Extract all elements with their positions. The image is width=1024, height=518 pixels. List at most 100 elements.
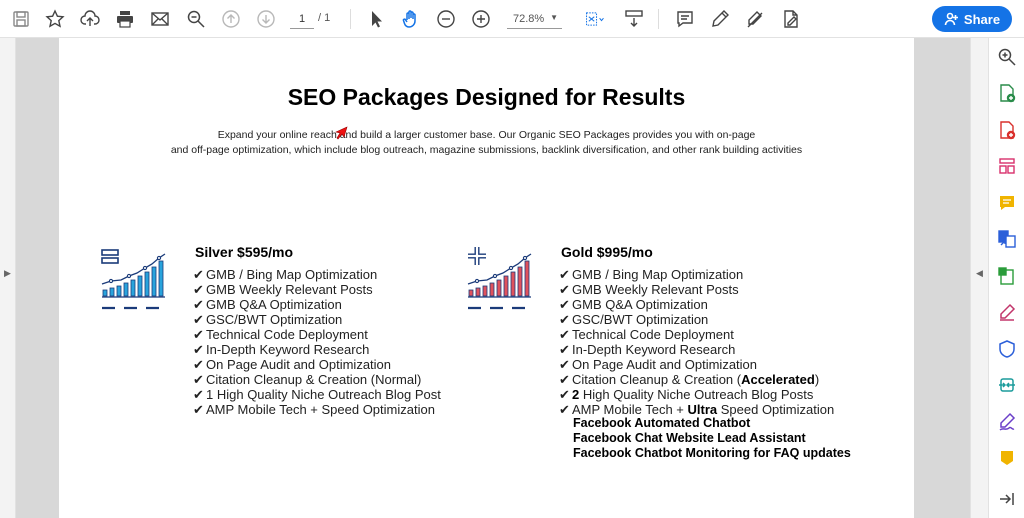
feature-text: ) xyxy=(814,372,820,387)
list-item: ✔ Technical Code Deployment xyxy=(193,327,441,342)
feature-text: Technical Code Deployment xyxy=(572,327,734,342)
list-item: ✔ GMB / Bing Map Optimization xyxy=(559,267,834,282)
left-panel-toggle[interactable]: ▶ xyxy=(0,38,16,518)
fill-sign-icon[interactable] xyxy=(779,7,803,31)
zoom-search-icon[interactable] xyxy=(996,46,1018,68)
feature-text: High Quality Niche Outreach Blog Posts xyxy=(579,387,814,402)
silver-chart-illustration-icon xyxy=(101,249,166,310)
bookmark-star-icon[interactable] xyxy=(43,7,67,31)
chevron-down-icon: ▼ xyxy=(550,13,558,22)
list-item: ✔ AMP Mobile Tech + Ultra Speed Optimizat… xyxy=(559,402,834,417)
list-item: Facebook Chat Website Lead Assistant xyxy=(573,431,806,445)
upload-cloud-icon[interactable] xyxy=(78,7,102,31)
list-item: ✔ 1 High Quality Niche Outreach Blog Post xyxy=(193,387,441,402)
feature-text-bold: Accelerated xyxy=(741,372,815,387)
fit-page-icon[interactable] xyxy=(580,7,610,31)
checkmark-icon: ✔ xyxy=(559,402,570,417)
checkmark-icon: ✔ xyxy=(193,312,204,327)
list-item: ✔ GMB Q&A Optimization xyxy=(193,297,441,312)
select-pointer-icon[interactable] xyxy=(364,7,388,31)
list-item: ✔ Citation Cleanup & Creation (Normal) xyxy=(193,372,441,387)
feature-text: 1 High Quality Niche Outreach Blog Post xyxy=(206,387,441,402)
create-pdf-icon[interactable] xyxy=(996,82,1018,104)
page-total: / 1 xyxy=(318,12,331,24)
checkmark-icon: ✔ xyxy=(559,282,570,297)
feature-text: Citation Cleanup & Creation (Normal) xyxy=(206,372,422,387)
list-item: ✔ GMB Q&A Optimization xyxy=(559,297,834,312)
zoom-in-icon[interactable] xyxy=(469,7,493,31)
page-up-icon[interactable] xyxy=(219,7,243,31)
gold-chart-illustration-icon xyxy=(467,247,532,310)
list-item: ✔ In-Depth Keyword Research xyxy=(193,342,441,357)
right-panel-toggle[interactable]: ◀ xyxy=(970,38,988,518)
share-button-label: Share xyxy=(963,11,1001,27)
list-item: Facebook Automated Chatbot xyxy=(573,416,751,430)
request-signature-icon[interactable] xyxy=(996,411,1018,433)
intro-line: Expand your online reach and build a lar… xyxy=(217,129,756,141)
list-item: ✔ AMP Mobile Tech + Speed Optimization xyxy=(193,402,441,417)
feature-text: Technical Code Deployment xyxy=(206,327,368,342)
comment-icon[interactable] xyxy=(673,7,697,31)
feature-text: GSC/BWT Optimization xyxy=(206,312,343,327)
email-icon[interactable] xyxy=(148,7,172,31)
feature-text: GMB Q&A Optimization xyxy=(572,297,708,312)
zoom-level-value: 72.8% xyxy=(513,12,545,25)
checkmark-icon: ✔ xyxy=(559,297,570,312)
feature-text: GMB Q&A Optimization xyxy=(206,297,342,312)
checkmark-icon: ✔ xyxy=(559,312,570,327)
checkmark-icon: ✔ xyxy=(193,297,204,312)
zoom-level-select[interactable]: 72.8% ▼ xyxy=(507,9,562,29)
comment-icon[interactable] xyxy=(996,192,1018,214)
feature-text: In-Depth Keyword Research xyxy=(206,342,370,357)
more-tools-icon[interactable] xyxy=(996,448,1018,470)
checkmark-icon: ✔ xyxy=(193,267,204,282)
export-pdf-icon[interactable] xyxy=(996,119,1018,141)
send-review-icon[interactable] xyxy=(996,374,1018,396)
list-item: ✔ In-Depth Keyword Research xyxy=(559,342,834,357)
list-item: ✔ GMB Weekly Relevant Posts xyxy=(559,282,834,297)
collapse-panel-icon[interactable] xyxy=(996,488,1018,510)
combine-files-icon[interactable] xyxy=(996,228,1018,250)
silver-features-list: ✔ GMB / Bing Map Optimization ✔ GMB Weekly… xyxy=(193,267,441,417)
feature-text: AMP Mobile Tech + xyxy=(572,402,688,417)
checkmark-icon: ✔ xyxy=(193,357,204,372)
feature-text: Speed Optimization xyxy=(717,402,835,417)
page-down-icon[interactable] xyxy=(254,7,278,31)
checkmark-icon: ✔ xyxy=(559,327,570,342)
gold-package-title: Gold $995/mo xyxy=(561,244,653,260)
save-icon[interactable] xyxy=(9,7,33,31)
checkmark-icon: ✔ xyxy=(193,342,204,357)
top-toolbar: / 1 72.8% ▼ Share xyxy=(0,0,1024,38)
share-button[interactable]: Share xyxy=(932,6,1012,32)
chevron-left-icon: ◀ xyxy=(976,268,983,278)
organize-pages-icon[interactable] xyxy=(996,155,1018,177)
feature-text: GSC/BWT Optimization xyxy=(572,312,709,327)
fill-sign-icon[interactable] xyxy=(996,301,1018,323)
list-item: ✔ GMB Weekly Relevant Posts xyxy=(193,282,441,297)
checkmark-icon: ✔ xyxy=(559,357,570,372)
checkmark-icon: ✔ xyxy=(559,342,570,357)
checkmark-icon: ✔ xyxy=(193,402,204,417)
checkmark-icon: ✔ xyxy=(193,387,204,402)
sign-icon[interactable] xyxy=(743,7,767,31)
highlight-pen-icon[interactable] xyxy=(708,7,732,31)
zoom-out-icon[interactable] xyxy=(434,7,458,31)
pdf-page: SEO Packages Designed for Results Expand… xyxy=(59,38,914,518)
gold-extras-list: Facebook Automated Chatbot Facebook Chat… xyxy=(573,416,851,461)
document-viewer[interactable]: SEO Packages Designed for Results Expand… xyxy=(16,38,970,518)
zoom-search-icon[interactable] xyxy=(184,7,208,31)
list-item: ✔ GSC/BWT Optimization xyxy=(193,312,441,327)
scroll-mode-icon[interactable] xyxy=(622,7,646,31)
list-item: ✔ On Page Audit and Optimization xyxy=(193,357,441,372)
list-item: ✔ GMB / Bing Map Optimization xyxy=(193,267,441,282)
checkmark-icon: ✔ xyxy=(193,282,204,297)
protect-shield-icon[interactable] xyxy=(996,338,1018,360)
edit-pdf-icon[interactable] xyxy=(996,265,1018,287)
page-title: SEO Packages Designed for Results xyxy=(287,84,686,110)
chevron-right-icon: ▶ xyxy=(4,268,11,278)
page-number-input[interactable] xyxy=(290,9,314,29)
print-icon[interactable] xyxy=(113,7,137,31)
checkmark-icon: ✔ xyxy=(193,372,204,387)
hand-tool-icon[interactable] xyxy=(399,7,423,31)
list-item: ✔ Technical Code Deployment xyxy=(559,327,834,342)
